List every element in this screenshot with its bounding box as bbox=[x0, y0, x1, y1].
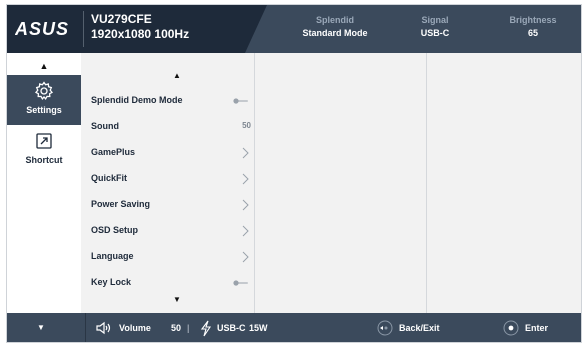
brightness-label: Brightness bbox=[509, 15, 557, 25]
sidebar-item-label: Shortcut bbox=[25, 155, 63, 165]
menu-item-label: QuickFit bbox=[91, 173, 128, 183]
splendid-label: Splendid bbox=[316, 15, 354, 25]
volume-label: Volume bbox=[119, 323, 151, 333]
splendid-value: Standard Mode bbox=[302, 28, 368, 38]
splendid-status: Splendid Standard Mode bbox=[285, 14, 385, 40]
gear-icon bbox=[34, 81, 54, 101]
volume-value: 50 bbox=[171, 323, 182, 333]
submenu-column bbox=[255, 53, 427, 313]
menu-item-osd-setup[interactable]: OSD Setup bbox=[91, 221, 251, 241]
power-bolt-icon bbox=[200, 320, 212, 337]
detail-column bbox=[427, 53, 581, 313]
menu-item-label: Key Lock bbox=[91, 277, 132, 287]
sidebar-item-shortcut[interactable]: Shortcut bbox=[7, 125, 81, 175]
menu-item-label: OSD Setup bbox=[91, 225, 139, 235]
joystick-left-icon bbox=[377, 320, 393, 336]
toggle-off-icon[interactable] bbox=[233, 280, 249, 286]
toggle-off-icon[interactable] bbox=[233, 98, 249, 104]
sidebar-item-settings[interactable]: Settings bbox=[7, 75, 81, 125]
menu-item-language[interactable]: Language bbox=[91, 247, 251, 267]
back-exit-label: Back/Exit bbox=[399, 323, 440, 333]
menu-item-splendid-demo-mode[interactable]: Splendid Demo Mode bbox=[91, 91, 251, 111]
menu-item-label: Sound bbox=[91, 121, 119, 131]
header-divider bbox=[83, 11, 84, 47]
model-name: VU279CFE bbox=[91, 12, 152, 26]
menu-item-power-saving[interactable]: Power Saving bbox=[91, 195, 251, 215]
sidebar-item-label: Settings bbox=[26, 105, 62, 115]
asus-logo: ASUS bbox=[15, 19, 69, 39]
footer-bar: ▼ Volume 50 | USB-C 15W Back/Exit Enter bbox=[7, 313, 581, 342]
status-panel: Splendid Standard Mode Signal USB-C Brig… bbox=[245, 5, 581, 53]
chevron-right-icon bbox=[242, 173, 249, 185]
header-bar: ASUS VU279CFE 1920x1080 100Hz Splendid S… bbox=[7, 5, 581, 53]
sidebar: ▲ Settings Shortcut bbox=[7, 53, 81, 313]
menu-item-label: Splendid Demo Mode bbox=[91, 95, 183, 105]
power-value: 15W bbox=[249, 323, 268, 333]
menu-item-label: GamePlus bbox=[91, 147, 136, 157]
resolution-text: 1920x1080 100Hz bbox=[91, 27, 190, 41]
signal-value: USB-C bbox=[420, 28, 450, 38]
chevron-right-icon bbox=[242, 225, 249, 237]
power-source-label: USB-C bbox=[217, 323, 246, 333]
joystick-center-icon bbox=[503, 320, 519, 336]
menu-item-sound[interactable]: Sound 50 bbox=[91, 117, 251, 137]
menu-item-quickfit[interactable]: QuickFit bbox=[91, 169, 251, 189]
settings-menu: ▲ Splendid Demo Mode Sound 50 GamePlus Q… bbox=[81, 53, 255, 313]
sound-value: 50 bbox=[242, 121, 251, 130]
chevron-right-icon bbox=[242, 147, 249, 159]
osd-menu: ASUS VU279CFE 1920x1080 100Hz Splendid S… bbox=[6, 4, 582, 343]
chevron-right-icon bbox=[242, 251, 249, 263]
brightness-status: Brightness 65 bbox=[483, 14, 581, 40]
chevron-right-icon bbox=[242, 199, 249, 211]
sidebar-down-arrow[interactable]: ▼ bbox=[37, 323, 45, 332]
speaker-icon bbox=[96, 321, 111, 335]
footer-separator: | bbox=[187, 323, 190, 333]
menu-item-label: Language bbox=[91, 251, 134, 261]
svg-text:ASUS: ASUS bbox=[15, 19, 69, 39]
sidebar-up-arrow[interactable]: ▲ bbox=[7, 61, 81, 71]
menu-down-arrow[interactable]: ▼ bbox=[173, 295, 181, 304]
signal-label: Signal bbox=[421, 15, 449, 25]
menu-item-key-lock[interactable]: Key Lock bbox=[91, 273, 251, 293]
signal-status: Signal USB-C bbox=[385, 14, 485, 40]
menu-item-label: Power Saving bbox=[91, 199, 151, 209]
menu-item-gameplus[interactable]: GamePlus bbox=[91, 143, 251, 163]
enter-label: Enter bbox=[525, 323, 549, 333]
menu-up-arrow[interactable]: ▲ bbox=[173, 71, 181, 80]
brightness-value: 65 bbox=[527, 28, 538, 38]
footer-divider bbox=[85, 313, 86, 342]
shortcut-icon bbox=[36, 133, 52, 149]
